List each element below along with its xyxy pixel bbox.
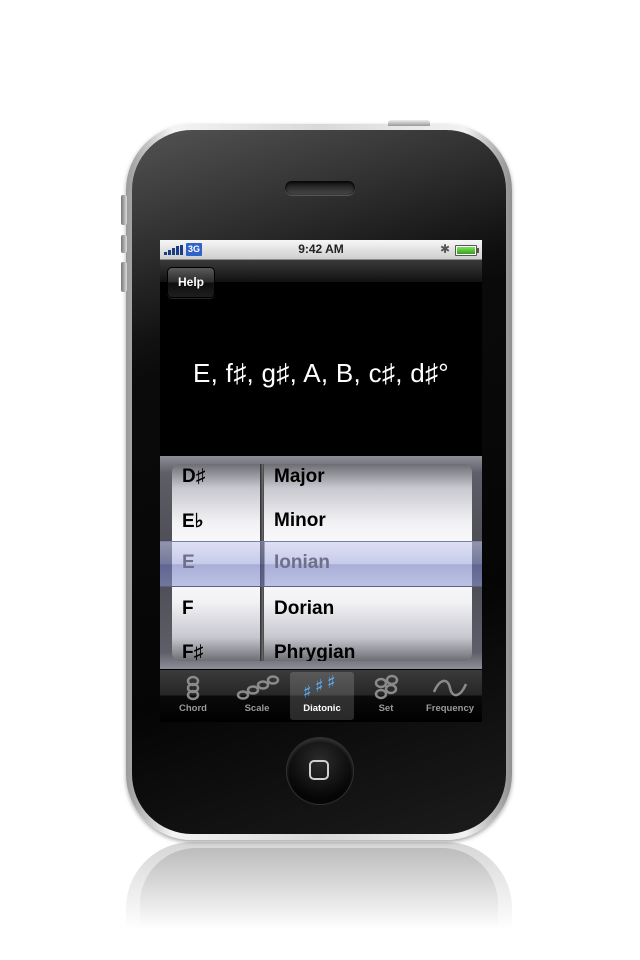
picker-selection-bar: E Ionian: [160, 541, 482, 587]
svg-text:♯: ♯: [303, 682, 312, 702]
mode-option[interactable]: Major: [274, 466, 325, 488]
tab-diatonic[interactable]: ♯ ♯ ♯ Diatonic: [290, 672, 354, 720]
volume-up-button: [121, 195, 127, 225]
tab-frequency[interactable]: Frequency: [418, 672, 482, 720]
svg-text:♯: ♯: [315, 676, 324, 697]
scale-icon: [236, 675, 280, 700]
status-bar: 3G 9:42 AM ✱: [160, 240, 482, 260]
root-option[interactable]: E♭: [182, 510, 204, 533]
root-option[interactable]: F♯: [182, 642, 203, 661]
scale-notes-display: E, f♯, g♯, A, B, c♯, d♯°: [192, 358, 449, 388]
volume-down-button: [121, 262, 127, 292]
status-time: 9:42 AM: [298, 242, 344, 256]
tab-chord[interactable]: Chord: [161, 672, 225, 720]
selected-mode: Ionian: [274, 552, 330, 573]
tab-label: Frequency: [425, 703, 475, 714]
bluetooth-icon: ✱: [440, 242, 451, 256]
mode-option[interactable]: Phrygian: [274, 642, 355, 661]
diatonic-icon: ♯ ♯ ♯: [303, 674, 336, 702]
help-button[interactable]: Help: [167, 267, 215, 298]
tab-scale[interactable]: Scale: [225, 672, 289, 720]
chord-icon: [186, 675, 200, 701]
battery-icon: [455, 245, 479, 256]
tab-bar: Chord Scale ♯ ♯ ♯ Diatonic Set Frequency: [160, 670, 482, 722]
device-reflection: [126, 842, 512, 960]
mode-option[interactable]: Dorian: [274, 598, 334, 620]
home-square-icon: [309, 760, 329, 780]
scale-picker[interactable]: D♯ E♭ F F♯ Major Minor Dorian Phrygian E…: [160, 456, 482, 669]
root-option[interactable]: F: [182, 598, 194, 620]
mode-option[interactable]: Minor: [274, 510, 326, 532]
earpiece-speaker: [285, 181, 355, 195]
mute-switch: [121, 235, 127, 253]
selected-root-note: E: [182, 552, 195, 573]
tab-label: Diatonic: [303, 703, 341, 714]
frequency-icon: [432, 679, 468, 697]
tab-label: Set: [378, 703, 394, 714]
svg-text:♯: ♯: [327, 674, 336, 693]
home-button[interactable]: [287, 738, 353, 804]
tab-label: Scale: [244, 703, 270, 714]
root-option[interactable]: D♯: [182, 466, 205, 488]
set-icon: [374, 674, 399, 700]
app-screen: 3G 9:42 AM ✱ Help E, f♯, g♯, A, B, c♯, d…: [160, 240, 482, 722]
tab-set[interactable]: Set: [354, 672, 418, 720]
sleep-button: [388, 120, 430, 126]
tab-label: Chord: [179, 703, 207, 714]
